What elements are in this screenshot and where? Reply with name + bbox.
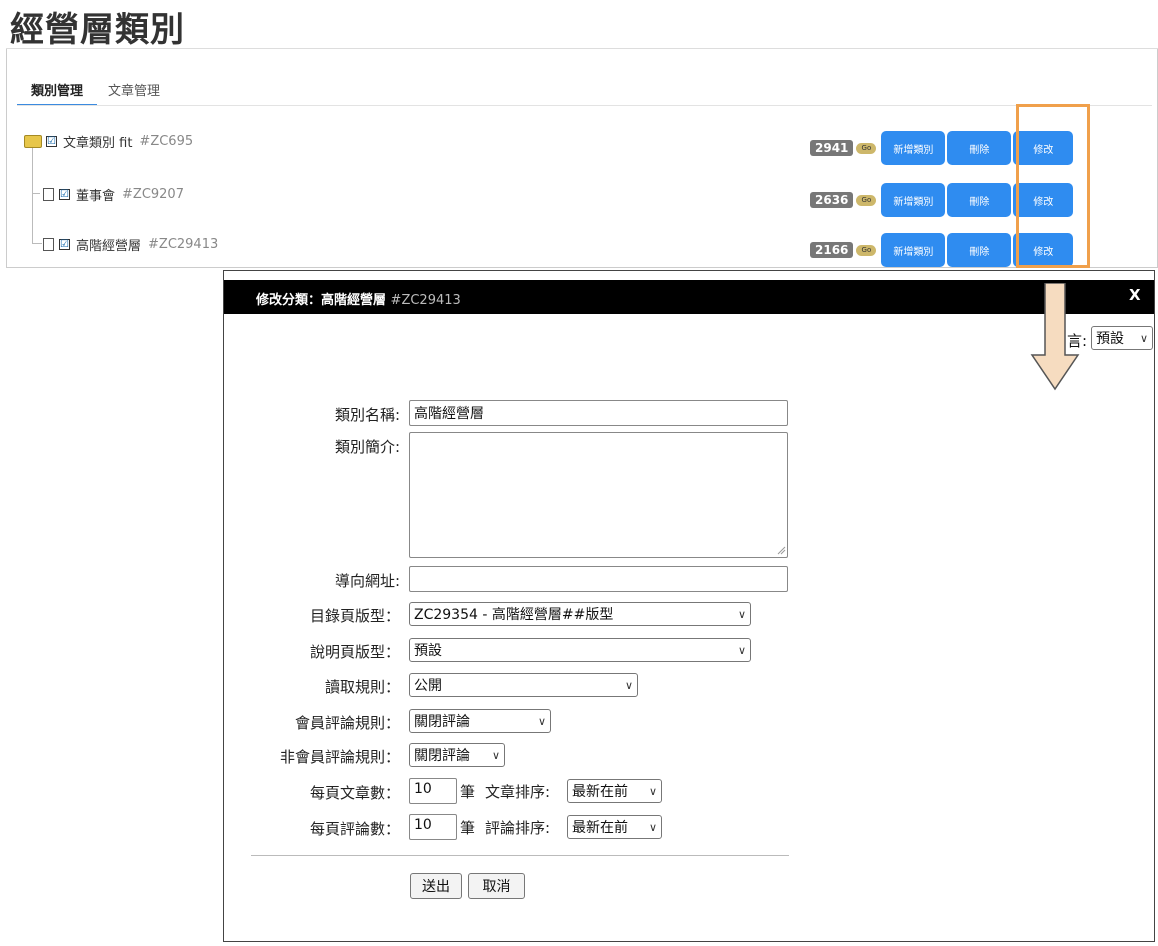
article-count-badge: 2941 (810, 140, 854, 156)
read-rule-select[interactable]: 公開 ∨ (409, 673, 638, 697)
tree-item-label: 文章類別 fit (63, 136, 133, 151)
chevron-down-icon: ∨ (737, 643, 746, 657)
chevron-down-icon: ∨ (624, 678, 633, 692)
add-category-button[interactable]: 新增類別 (881, 131, 946, 165)
tree-item-label: 高階經營層 (76, 239, 142, 254)
list-template-value: ZC29354 - 高階經營層##版型 (414, 607, 614, 623)
desc-template-value: 預設 (414, 643, 442, 659)
dialog-title-code: #ZC29413 (390, 293, 461, 308)
category-intro-textarea[interactable] (409, 432, 788, 558)
article-sort-value: 最新在前 (572, 784, 628, 800)
tree-item-code: #ZC29413 (148, 237, 219, 252)
redirect-url-input[interactable] (409, 566, 788, 592)
tree-item-root[interactable]: ☑ 文章類別 fit #ZC695 (24, 132, 193, 151)
divider (6, 48, 1158, 49)
language-select-value: 預設 (1096, 331, 1124, 347)
checkbox[interactable]: ☑ (59, 239, 70, 250)
category-name-label: 類別名稱: (334, 406, 400, 424)
article-count-badge: 2636 (810, 192, 854, 208)
submit-button[interactable]: 送出 (410, 873, 462, 899)
comments-per-page-unit: 筆 (460, 819, 476, 837)
chevron-down-icon: ∨ (537, 714, 546, 728)
category-name-input[interactable]: 高階經營層 (409, 400, 788, 426)
tree-connector (32, 148, 33, 244)
form-divider (251, 855, 789, 856)
delete-button[interactable]: 刪除 (947, 131, 1012, 165)
add-category-button[interactable]: 新增類別 (881, 233, 946, 267)
member-comment-value: 關閉評論 (414, 714, 470, 730)
language-select[interactable]: 預設 ∨ (1091, 326, 1153, 350)
chevron-down-icon: ∨ (1139, 331, 1148, 345)
page-title: 經營層類別 (10, 10, 185, 50)
member-comment-label: 會員評論規則： (294, 714, 400, 732)
comment-sort-label: 評論排序: (485, 819, 551, 837)
redirect-url-label: 導向網址: (334, 572, 400, 590)
go-icon[interactable]: Go (856, 244, 877, 256)
article-sort-select[interactable]: 最新在前 ∨ (567, 779, 662, 803)
articles-per-page-input[interactable]: 10 (409, 778, 457, 804)
comment-sort-select[interactable]: 最新在前 ∨ (567, 815, 662, 839)
desc-template-select[interactable]: 預設 ∨ (409, 638, 751, 662)
article-sort-label: 文章排序: (485, 783, 551, 801)
guest-comment-label: 非會員評論規則： (279, 748, 400, 766)
chevron-down-icon: ∨ (648, 820, 657, 834)
tree-connector (32, 193, 40, 194)
read-rule-value: 公開 (414, 678, 442, 694)
document-icon (43, 238, 54, 251)
articles-per-page-label: 每頁文章數： (309, 784, 400, 802)
tab-article-management[interactable]: 文章管理 (108, 80, 160, 99)
dialog-title: 修改分類：高階經營層 #ZC29413 (256, 289, 461, 308)
article-count-badge: 2166 (810, 242, 854, 258)
chevron-down-icon: ∨ (648, 784, 657, 798)
cancel-button[interactable]: 取消 (468, 873, 525, 899)
dialog-title-text: 修改分類：高階經營層 (256, 293, 387, 308)
tabs-divider (17, 105, 1152, 106)
tree-connector (32, 243, 42, 244)
tree-item[interactable]: ☑ 董事會 #ZC9207 (43, 185, 184, 204)
delete-button[interactable]: 刪除 (947, 183, 1012, 217)
guest-comment-select[interactable]: 關閉評論 ∨ (409, 743, 505, 767)
tree-item-code: #ZC9207 (122, 187, 184, 202)
guest-comment-value: 關閉評論 (414, 748, 470, 764)
language-label: 言: (1067, 332, 1088, 350)
comments-per-page-input[interactable]: 10 (409, 814, 457, 840)
chevron-down-icon: ∨ (737, 607, 746, 621)
folder-open-icon (24, 135, 42, 148)
tree-item-label: 董事會 (76, 189, 116, 204)
desc-template-label: 說明頁版型： (309, 643, 400, 661)
resize-handle-icon[interactable] (777, 546, 786, 555)
delete-button[interactable]: 刪除 (947, 233, 1012, 267)
comments-per-page-label: 每頁評論數： (309, 820, 400, 838)
document-icon (43, 188, 54, 201)
go-icon[interactable]: Go (856, 142, 877, 154)
highlight-box (1016, 104, 1090, 268)
checkbox[interactable]: ☑ (59, 189, 70, 200)
member-comment-select[interactable]: 關閉評論 ∨ (409, 709, 551, 733)
comment-sort-value: 最新在前 (572, 820, 628, 836)
read-rule-label: 讀取規則： (324, 678, 400, 696)
go-icon[interactable]: Go (856, 194, 877, 206)
category-intro-label: 類別簡介: (334, 438, 400, 456)
tree-item-code: #ZC695 (139, 134, 194, 149)
add-category-button[interactable]: 新增類別 (881, 183, 946, 217)
articles-per-page-unit: 筆 (460, 783, 476, 801)
tab-category-management[interactable]: 類別管理 (31, 80, 83, 99)
close-icon[interactable]: X (1129, 286, 1141, 304)
checkbox[interactable]: ☑ (46, 136, 57, 147)
list-template-select[interactable]: ZC29354 - 高階經營層##版型 ∨ (409, 602, 751, 626)
tree-item[interactable]: ☑ 高階經營層 #ZC29413 (43, 235, 218, 254)
list-template-label: 目錄頁版型： (309, 607, 400, 625)
chevron-down-icon: ∨ (491, 748, 500, 762)
